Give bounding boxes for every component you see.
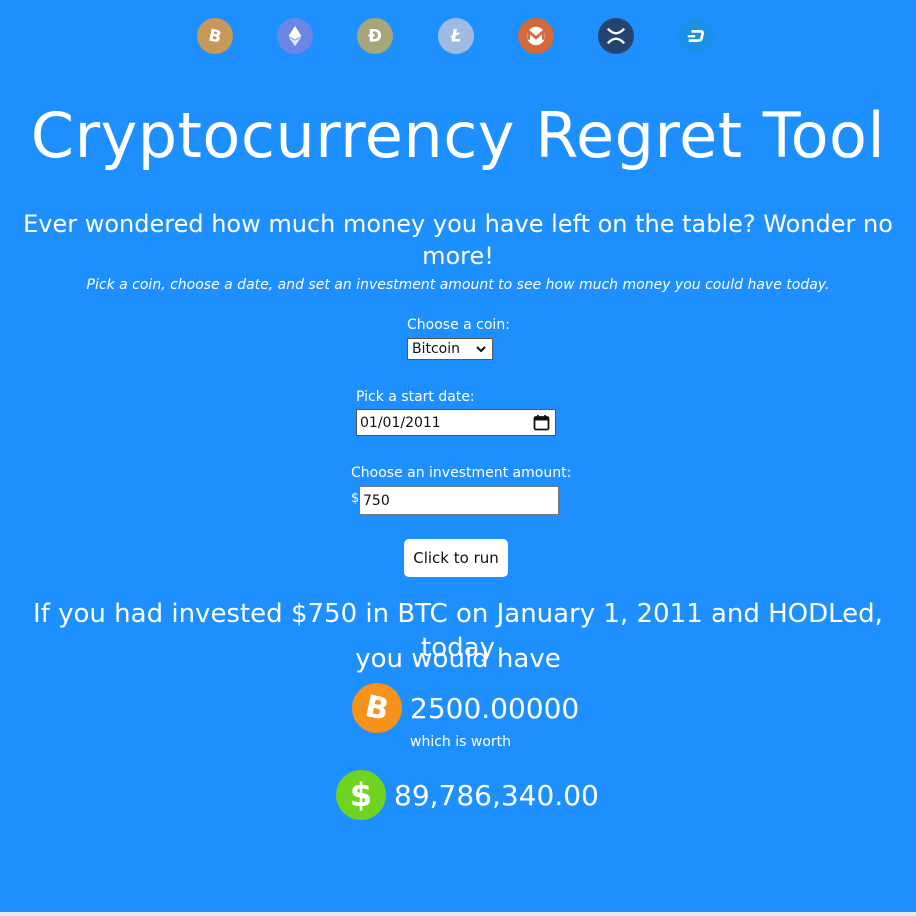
result-sentence-continued: you would have — [355, 644, 561, 674]
calendar-icon[interactable] — [533, 414, 550, 431]
page-title: Cryptocurrency Regret Tool — [30, 99, 886, 172]
chevron-down-icon — [476, 346, 486, 353]
bitcoin-icon[interactable]: B — [197, 18, 233, 54]
svg-text:B: B — [207, 25, 223, 46]
investment-amount-label: Choose an investment amount: — [351, 465, 572, 481]
usd-amount-value: 89,786,340.00 — [394, 778, 599, 812]
start-date-label: Pick a start date: — [356, 389, 475, 405]
bottom-edge — [0, 912, 916, 916]
start-date-value: 01/01/2011 — [360, 414, 441, 431]
ethereum-icon[interactable] — [277, 18, 313, 54]
monero-icon[interactable] — [518, 18, 554, 54]
dash-icon[interactable] — [678, 18, 714, 54]
page-subtitle: Ever wondered how much money you have le… — [23, 210, 893, 270]
start-date-input[interactable]: 01/01/2011 — [356, 409, 556, 436]
bitcoin-logo-icon: B — [352, 683, 402, 733]
coin-select-label: Choose a coin: — [407, 317, 510, 333]
investment-amount-input[interactable]: 750 — [359, 486, 559, 515]
svg-text:Đ: Đ — [368, 27, 382, 46]
run-button[interactable]: Click to run — [404, 539, 508, 577]
page: B Đ Ł Cryptocurrency Regret Tool Ever wo… — [0, 0, 916, 912]
coin-select[interactable]: Bitcoin — [407, 338, 493, 360]
dogecoin-icon[interactable]: Đ — [357, 18, 393, 54]
dollar-icon: $ — [336, 770, 386, 820]
coin-select-value: Bitcoin — [412, 341, 461, 357]
usd-amount-row: $ 89,786,340.00 — [336, 770, 599, 820]
investment-amount-value: 750 — [363, 492, 390, 509]
xrp-icon[interactable] — [598, 18, 634, 54]
coin-icon-row: B Đ Ł — [0, 18, 916, 54]
svg-text:Ł: Ł — [450, 27, 462, 46]
worth-text: which is worth — [410, 734, 512, 750]
coin-amount-value: 2500.00000 — [410, 691, 580, 725]
litecoin-icon[interactable]: Ł — [438, 18, 474, 54]
coin-amount-row: B 2500.00000 — [352, 683, 579, 733]
svg-text:$: $ — [350, 776, 372, 814]
instructions-text: Pick a coin, choose a date, and set an i… — [86, 277, 830, 293]
